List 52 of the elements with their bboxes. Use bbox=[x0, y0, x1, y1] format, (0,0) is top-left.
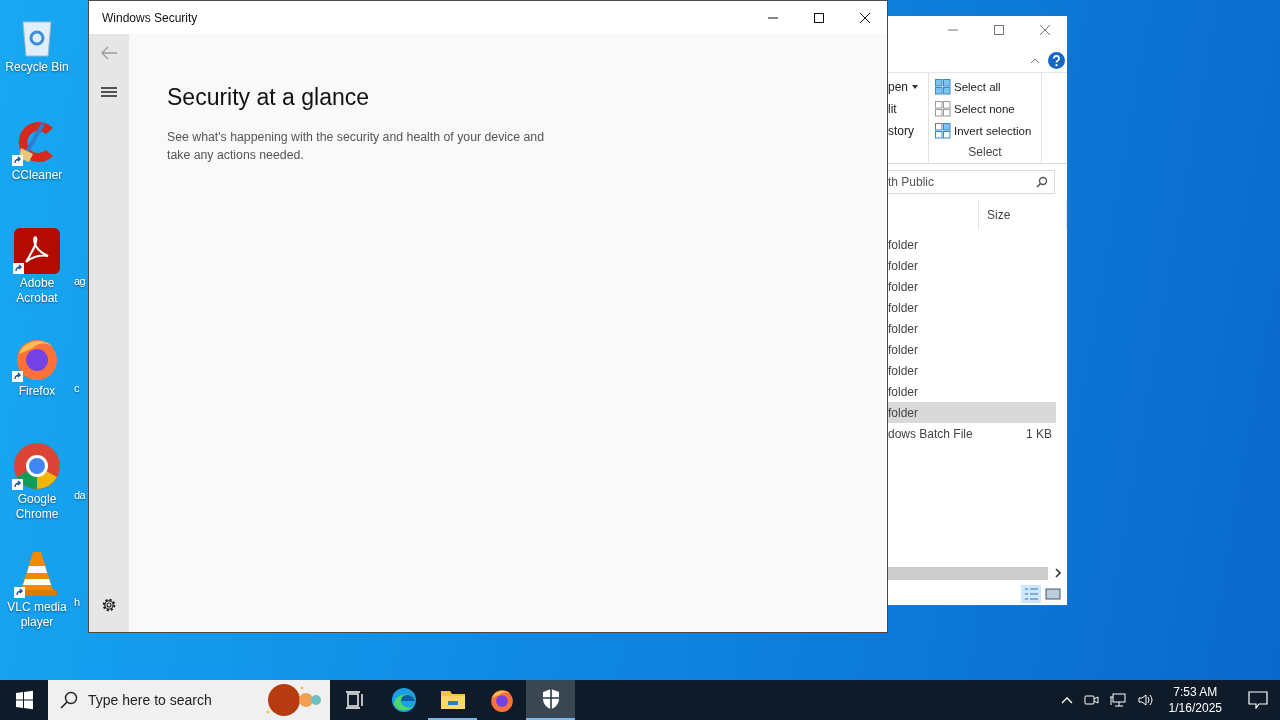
help-icon[interactable] bbox=[1048, 51, 1065, 69]
show-hidden-icons-icon[interactable] bbox=[1060, 696, 1073, 704]
invert-selection-icon bbox=[935, 123, 951, 139]
file-row[interactable]: folder bbox=[888, 234, 1056, 255]
task-view-icon bbox=[344, 691, 365, 709]
menu-icon[interactable] bbox=[101, 86, 117, 98]
close-icon[interactable] bbox=[859, 11, 871, 24]
file-row[interactable]: folder bbox=[888, 297, 1056, 318]
maximize-icon[interactable] bbox=[813, 11, 825, 24]
camera-icon[interactable] bbox=[1082, 692, 1099, 708]
scroll-right-icon[interactable] bbox=[1054, 568, 1062, 578]
scrollbar-track[interactable] bbox=[888, 566, 1048, 580]
taskbar-app-button[interactable] bbox=[526, 680, 575, 720]
ribbon-button[interactable]: Invert selection bbox=[935, 123, 1041, 139]
page-description: See what's happening with the security and health of your device and take any actions needed. bbox=[167, 129, 545, 164]
file-row[interactable]: folder bbox=[888, 318, 1056, 339]
edge-icon bbox=[390, 687, 417, 713]
acrobat-icon[interactable] bbox=[14, 228, 60, 274]
file-row[interactable]: folder bbox=[888, 255, 1056, 276]
ribbon-button[interactable]: story bbox=[888, 123, 928, 139]
file-row[interactable]: folder bbox=[888, 381, 1056, 402]
ribbon-button[interactable]: lit bbox=[888, 101, 928, 117]
file-row[interactable]: folder bbox=[888, 402, 1056, 423]
page-heading: Security at a glance bbox=[167, 84, 370, 111]
ribbon-button[interactable]: pen bbox=[888, 79, 928, 95]
search-icon bbox=[60, 691, 78, 709]
file-row[interactable]: folder bbox=[888, 276, 1056, 297]
volume-icon[interactable] bbox=[1136, 692, 1155, 708]
thumbnail-view-icon[interactable] bbox=[1045, 587, 1061, 601]
network-icon[interactable] bbox=[1108, 692, 1127, 708]
ribbon-button[interactable]: Select all bbox=[935, 79, 1041, 95]
collapse-ribbon-icon[interactable] bbox=[1030, 56, 1040, 64]
taskbar-search-field[interactable]: Type here to search bbox=[48, 680, 330, 720]
column-header[interactable]: Size bbox=[978, 200, 1067, 230]
file-row[interactable]: folder bbox=[888, 360, 1056, 381]
select-none-icon bbox=[935, 101, 951, 117]
ribbon-group-label: Select bbox=[967, 145, 1003, 161]
shield-icon bbox=[540, 688, 561, 710]
search-field[interactable]: th Public bbox=[888, 170, 1055, 194]
file-row[interactable]: folder bbox=[888, 339, 1056, 360]
clock-date[interactable]: 1/16/2025 bbox=[1168, 700, 1222, 716]
window-title: Windows Security bbox=[101, 10, 198, 25]
clock-time[interactable]: 7:53 AM bbox=[1173, 684, 1218, 700]
search-icon bbox=[1036, 176, 1048, 188]
settings-icon[interactable] bbox=[101, 597, 117, 613]
firefox-icon bbox=[488, 687, 515, 713]
ribbon-button[interactable]: Select none bbox=[935, 101, 1041, 117]
file-row[interactable]: dows Batch File 1 KB bbox=[888, 423, 1056, 444]
select-all-icon bbox=[935, 79, 951, 95]
folder-icon bbox=[439, 688, 466, 710]
chrome-icon[interactable] bbox=[13, 442, 61, 490]
notifications-icon[interactable] bbox=[1248, 691, 1268, 709]
